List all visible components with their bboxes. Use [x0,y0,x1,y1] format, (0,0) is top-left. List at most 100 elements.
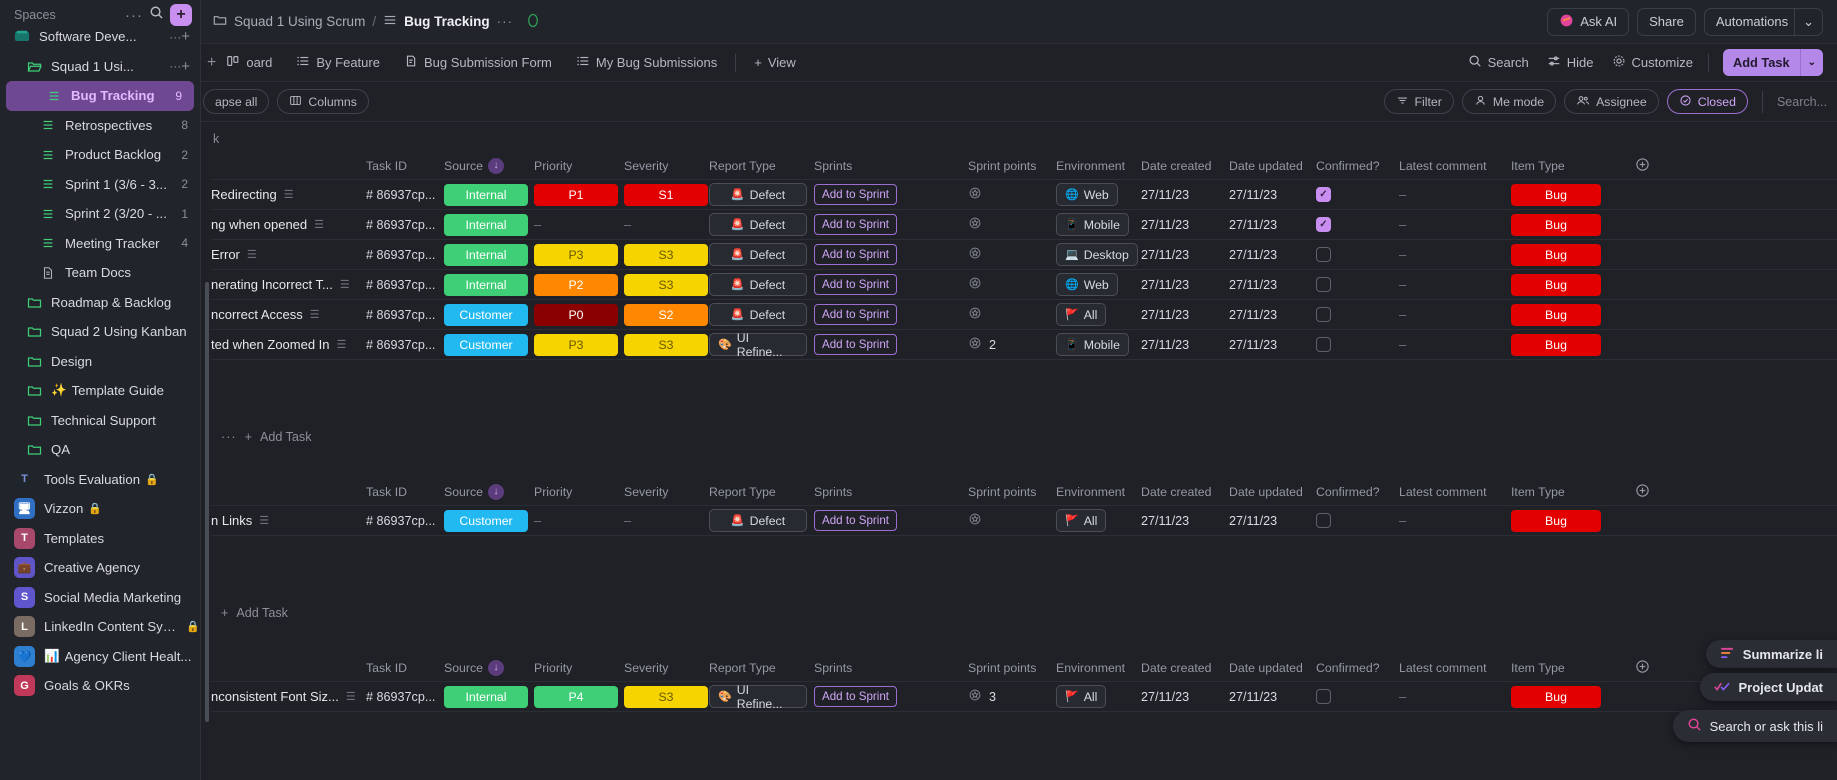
value-tag[interactable]: Internal [444,273,528,296]
task-subtasks-icon[interactable]: ☰ [314,218,324,231]
value-tag[interactable]: S3 [624,243,708,266]
table-row[interactable]: nconsistent Font Siz... ☰ # 86937cp... Inte… [211,682,1837,712]
report-type-cell[interactable]: 🚨 Defect [709,303,807,326]
value-tag[interactable]: P0 [534,303,618,326]
value-tag[interactable]: Bug [1511,213,1601,236]
sidebar-item-goals-okrs[interactable]: G Goals & OKRs [0,671,200,701]
column-header-item-type[interactable]: Item Type [1511,485,1565,499]
confirmed-checkbox[interactable] [1316,307,1331,322]
value-tag[interactable]: P3 [534,333,618,356]
column-header-severity[interactable]: Severity [624,485,668,499]
value-tag[interactable]: Bug [1511,509,1601,532]
closed-filter-button[interactable]: Closed [1666,89,1748,114]
priority-cell[interactable]: P3 [534,243,618,266]
task-id-cell[interactable]: # 86937cp... [366,188,435,202]
tab-my-bug-submissions[interactable]: My Bug Submissions [564,44,729,81]
add-to-sprint-button[interactable]: Add to Sprint [814,184,898,205]
sprint-points-cell[interactable] [968,216,982,233]
environment-tag[interactable]: 📱 Mobile [1056,333,1129,356]
severity-cell[interactable]: – [624,513,631,528]
table-row[interactable]: n Links ☰ # 86937cp... Customer – – 🚨 Defect Add… [211,506,1837,536]
collapse-all-button[interactable]: apse all [203,89,270,114]
value-tag[interactable]: Customer [444,303,528,326]
latest-comment-cell[interactable]: – [1399,513,1406,528]
task-id-cell[interactable]: # 86937cp... [366,308,435,322]
sprints-cell[interactable]: Add to Sprint [814,686,898,707]
date-updated-cell[interactable]: 27/11/23 [1229,690,1277,704]
sidebar-item-agency-client-healt[interactable]: 💙 📊 Agency Client Healt... [0,642,200,672]
item-type-cell[interactable]: Bug [1511,213,1601,236]
source-cell[interactable]: Customer [444,333,528,356]
value-tag[interactable]: P4 [534,685,618,708]
value-tag[interactable]: Bug [1511,303,1601,326]
task-name-cell[interactable]: Redirecting ☰ [211,187,294,202]
sidebar-item-technical-support[interactable]: Technical Support [0,406,200,436]
sidebar-item-roadmap-backlog[interactable]: Roadmap & Backlog [0,288,200,318]
item-type-cell[interactable]: Bug [1511,273,1601,296]
sidebar-item-templates[interactable]: T Templates [0,524,200,554]
task-id-cell[interactable]: # 86937cp... [366,514,435,528]
sidebar-item-bug-tracking[interactable]: Bug Tracking 9 [6,81,194,111]
column-header-severity[interactable]: Severity [624,159,668,173]
chevron-down-icon[interactable]: ⌄ [1794,8,1822,35]
environment-cell[interactable]: 🚩 All [1056,509,1107,532]
filter-button[interactable]: Filter [1383,89,1454,114]
environment-cell[interactable]: 🚩 All [1056,685,1107,708]
columns-button[interactable]: Columns [277,89,369,114]
column-header-confirmed[interactable]: Confirmed? [1316,159,1380,173]
severity-cell[interactable]: S3 [624,243,708,266]
column-header-latest-comment[interactable]: Latest comment [1399,159,1486,173]
vertical-scrollbar[interactable] [205,282,209,722]
sidebar-item-squad-2-using-kanban[interactable]: Squad 2 Using Kanban [0,317,200,347]
sprint-points-cell[interactable] [968,186,982,203]
confirmed-cell[interactable] [1316,337,1331,352]
add-view-button[interactable]: + View [742,44,808,81]
column-header-environment[interactable]: Environment [1056,485,1125,499]
add-task-button[interactable]: Add Task ⌄ [1722,49,1823,76]
breadcrumb-space[interactable]: Squad 1 Using Scrum [234,14,365,29]
confirmed-cell[interactable]: ✓ [1316,217,1331,232]
sidebar-item-retrospectives[interactable]: Retrospectives 8 [0,111,200,141]
tab-by-feature[interactable]: By Feature [284,44,392,81]
add-to-sprint-button[interactable]: Add to Sprint [814,244,898,265]
add-to-sprint-button[interactable]: Add to Sprint [814,274,898,295]
breadcrumb-more-icon[interactable]: ··· [497,14,514,29]
sprints-cell[interactable]: Add to Sprint [814,274,898,295]
date-created-cell[interactable]: 27/11/23 [1141,308,1189,322]
environment-tag[interactable]: 🚩 All [1056,303,1107,326]
latest-comment-cell[interactable]: – [1399,277,1406,292]
report-type-cell[interactable]: 🚨 Defect [709,509,807,532]
table-row[interactable]: Redirecting ☰ # 86937cp... Internal P1 S1 🚨 Def… [211,180,1837,210]
environment-cell[interactable]: 🚩 All [1056,303,1107,326]
date-created-cell[interactable]: 27/11/23 [1141,690,1189,704]
sidebar-item-vizzon[interactable]: 🖥 Vizzon 🔒 [0,494,200,524]
task-name-cell[interactable]: nconsistent Font Siz... ☰ [211,689,356,704]
customize-button[interactable]: Customize [1603,54,1702,71]
severity-cell[interactable]: S3 [624,333,708,356]
value-tag[interactable]: Customer [444,333,528,356]
sprint-points-cell[interactable] [968,306,982,323]
report-type-cell[interactable]: 🎨 UI Refine... [709,683,807,711]
add-column-button[interactable] [1635,659,1650,677]
sidebar-collapse-plus-icon[interactable]: + [203,54,226,72]
value-tag[interactable]: Bug [1511,243,1601,266]
report-type-cell[interactable]: 🎨 UI Refine... [709,331,807,359]
date-updated-cell[interactable]: 27/11/23 [1229,514,1277,528]
column-header-sprint[interactable]: Sprints [814,159,852,173]
column-header-date-updated[interactable]: Date updated [1229,159,1303,173]
column-header-report-type[interactable]: Report Type [709,661,776,675]
task-subtasks-icon[interactable]: ☰ [340,278,350,291]
confirmed-cell[interactable] [1316,307,1331,322]
sprint-points-cell[interactable]: 3 [968,688,996,705]
report-type-tag[interactable]: 🎨 UI Refine... [709,683,807,711]
value-tag[interactable]: Bug [1511,183,1601,206]
sidebar-item-squad-1-usi[interactable]: Squad 1 Usi... ··· + [0,52,200,82]
date-updated-cell[interactable]: 27/11/23 [1229,308,1277,322]
row-more-icon[interactable]: ··· [221,430,237,444]
environment-tag[interactable]: 🚩 All [1056,509,1107,532]
priority-cell[interactable]: – [534,513,541,528]
report-type-tag[interactable]: 🚨 Defect [709,303,807,326]
priority-cell[interactable]: P3 [534,333,618,356]
confirmed-cell[interactable] [1316,247,1331,262]
table-row[interactable]: ncorrect Access ☰ # 86937cp... Customer P0 S2… [211,300,1837,330]
